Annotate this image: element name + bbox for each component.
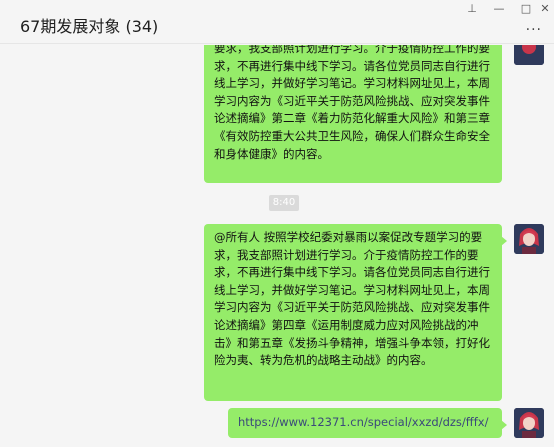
scrollbar[interactable] [548,45,554,447]
avatar[interactable] [514,224,544,254]
avatar-image [514,45,544,65]
time-divider: 8:40 [269,195,299,211]
avatar-image [514,224,544,254]
more-options-icon[interactable]: ··· [526,22,542,38]
chat-title: 67期发展对象 (34) [20,17,159,36]
avatar[interactable] [514,45,544,65]
avatar[interactable] [514,408,544,438]
avatar-image [514,408,544,438]
message-bubble-link[interactable]: https://www.12371.cn/special/xxzd/dzs/ff… [228,408,507,438]
maximize-icon[interactable]: □ [517,2,535,16]
message-bubble[interactable]: 要求，我支部照计划进行学习。介于疫情防控工作的要求，不再进行集中线下学习。请各位… [204,45,502,183]
message-list[interactable]: 要求，我支部照计划进行学习。介于疫情防控工作的要求，不再进行集中线下学习。请各位… [0,45,554,447]
pin-icon[interactable]: ⊥ [463,2,481,16]
minimize-icon[interactable]: — [490,2,508,16]
close-icon[interactable]: ✕ [536,2,554,16]
title-bar: 67期发展对象 (34) ⊥ — □ ✕ ··· [0,0,554,44]
message-bubble[interactable]: @所有人 按照学校纪委对暴雨以案促改专题学习的要求，我支部照计划进行学习。介于疫… [204,224,507,401]
